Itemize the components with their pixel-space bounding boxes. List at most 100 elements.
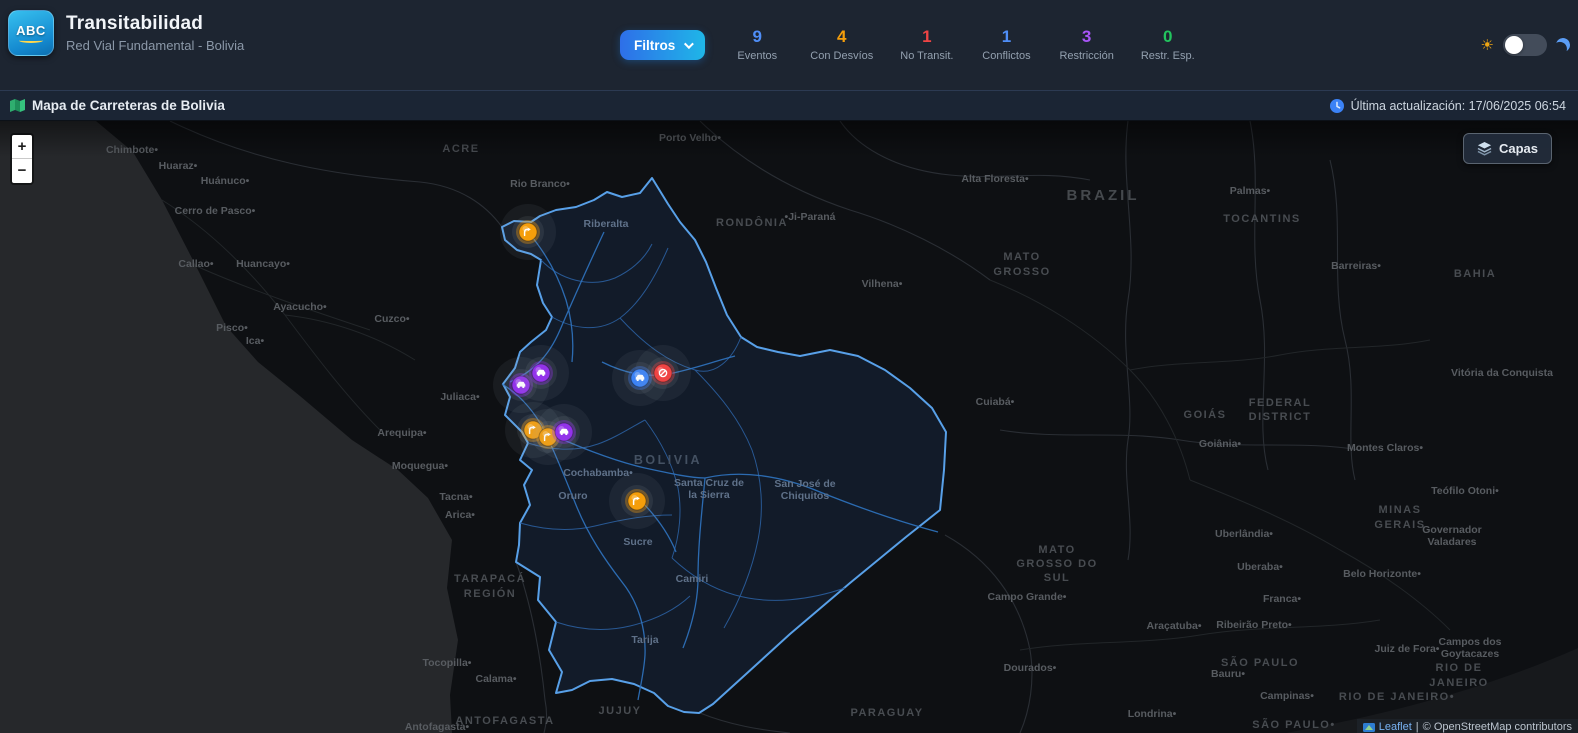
stat-value: 1 [1001,27,1012,46]
theme-toggle-knob [1505,36,1523,54]
map-label: Belo Horizonte• [1343,568,1421,580]
event-stats: 9 Eventos 4 Con Desvíos 1 No Transit. 1 Conflic… [731,27,1195,63]
map-label: RIO DE JANEIRO• [1339,691,1455,703]
stat-value: 9 [752,27,762,46]
map-label: TARAPACÁ [454,572,526,585]
filters-button-label: Filtros [634,37,676,53]
map-label: Calama• [475,673,516,685]
map-label: Ica• [246,335,265,347]
map-label: Valadares [1427,536,1476,548]
map-label: Vilhena• [862,278,903,290]
map-label: REGIÓN [464,587,516,600]
map-label: Santa Cruz de [674,477,744,489]
zoom-control: + − [10,133,34,185]
map-label: SUL [1044,572,1071,584]
stat-label: Eventos [737,50,778,62]
event-marker-con-desvio[interactable] [500,204,556,260]
map-label: Huancayo• [236,258,290,270]
abc-logo-text: ABC [16,23,46,38]
map-label: GOIÁS [1184,408,1227,421]
layers-button-label: Capas [1498,141,1538,156]
map-label: Chiquitos [781,490,830,502]
map-label: Cerro de Pasco• [175,205,256,217]
map-label: Vitória da Conquista [1451,367,1553,379]
brand: ABC Transitabilidad Red Vial Fundamental… [8,10,244,56]
stat-no-transit-: 1 No Transit. [900,27,953,63]
stat-label: Restr. Esp. [1140,50,1195,62]
layers-button[interactable]: Capas [1462,133,1552,164]
map-attribution: Leaflet | © OpenStreetMap contributors [1356,719,1578,733]
map-label: FEDERAL [1249,397,1311,409]
leaflet-link[interactable]: Leaflet [1379,721,1412,733]
map-label: Palmas• [1230,185,1271,197]
map-label: Montes Claros• [1347,442,1423,454]
map-label: GERAIS [1374,519,1425,531]
map-label: Arequipa• [377,427,427,439]
stat-con-desv-os: 4 Con Desvíos [810,27,874,63]
event-marker-no-transitable[interactable] [635,345,691,401]
map-label: Juliaca• [440,391,480,403]
map-label: GROSSO [993,266,1050,278]
map-label: BOLIVIA [634,453,702,467]
map-label: Tocopilla• [423,657,472,669]
map-label: Governador [1422,524,1482,536]
map-icon [10,99,25,112]
stat-label: Restricción [1059,50,1114,62]
map-label: •Ji-Paraná [785,211,836,223]
map-label: Oruro [558,490,587,502]
map-label: la Sierra [688,489,730,501]
map-label: Juiz de Fora• [1375,643,1440,655]
map-label: Bauru• [1211,668,1245,680]
last-update-text: Última actualización: 17/06/2025 06:54 [1350,98,1566,113]
map-label: Arica• [445,509,475,521]
stat-label: Con Desvíos [810,50,874,62]
map-label: MATO [1003,251,1040,263]
theme-toggle[interactable] [1503,34,1547,56]
map-label: Riberalta [584,218,629,230]
map-label: Uberaba• [1237,561,1283,573]
stat-value: 4 [837,27,847,46]
event-marker-restriccion[interactable] [536,404,592,460]
map-canvas[interactable]: Chimbote•Huaraz•Huánuco•Cerro de Pasco•C… [0,121,1578,733]
abc-logo: ABC [8,10,54,56]
page-title: Transitabilidad [66,13,204,34]
stat-label: Conflictos [982,50,1031,62]
filters-button[interactable]: Filtros [620,30,706,60]
map-label: BRAZIL [1067,187,1140,204]
zoom-out-button[interactable]: − [12,159,32,183]
map-label: Londrina• [1128,708,1177,720]
map-label: Pisco• [216,322,248,334]
map-label: MATO [1038,544,1075,556]
map-label: Barreiras• [1331,260,1381,272]
event-marker-restriccion[interactable] [513,345,569,401]
map-label: RIO DE [1436,662,1483,674]
map-label: San José de [774,478,835,490]
zoom-in-button[interactable]: + [12,135,32,159]
map-label: JANEIRO [1429,677,1488,689]
map-label: Goiânia• [1199,438,1242,450]
event-marker-con-desvio[interactable] [609,473,665,529]
map-label: Campo Grande• [988,591,1067,603]
map-label: Dourados• [1004,662,1057,674]
map-label: Callao• [178,258,214,270]
map-label: Tacna• [439,491,473,503]
map-label: JUJUY [599,705,642,717]
map-label: Huánuco• [201,175,250,187]
map-label: PARAGUAY [850,707,923,719]
clock-icon [1329,98,1344,113]
map-label: RONDÔNIA [716,216,788,229]
stat-value: 0 [1163,27,1173,46]
map-label: Ayacucho• [273,301,327,313]
map-title: Mapa de Carreteras de Bolivia [32,98,225,113]
top-vignette [0,121,1578,157]
map-label: Campinas• [1260,690,1314,702]
stat-value: 3 [1081,27,1092,46]
map-label: Sucre [623,536,652,548]
attribution-separator: | [1415,721,1419,733]
map-label: Araçatuba• [1146,620,1201,632]
stat-value: 1 [922,27,932,46]
map-label: Goytacazes [1441,648,1500,660]
stat-restr-esp-: 0 Restr. Esp. [1140,27,1195,63]
map-svg: Chimbote•Huaraz•Huánuco•Cerro de Pasco•C… [0,121,1578,733]
map-label: Campos dos [1438,636,1501,648]
